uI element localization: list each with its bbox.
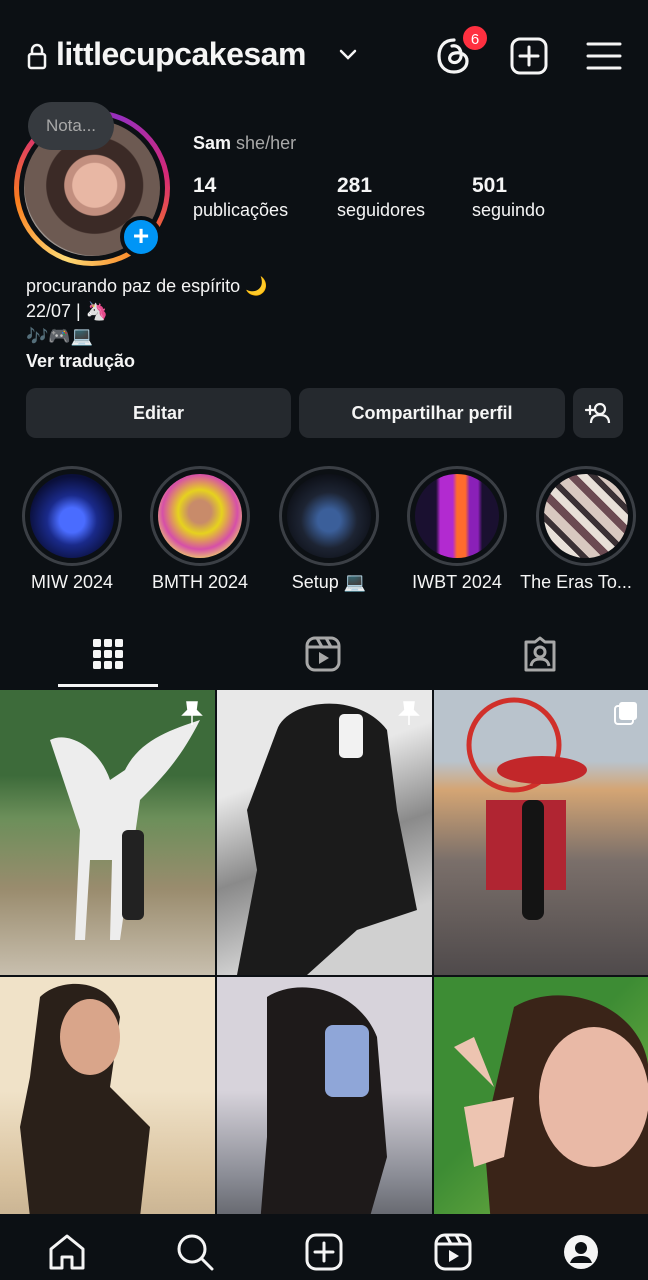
top-header: littlecupcakesam 6	[0, 0, 648, 110]
name-row: Sam she/her	[193, 133, 296, 154]
display-name: Sam	[193, 133, 232, 153]
active-tab-indicator	[58, 684, 158, 687]
post-thumbnail[interactable]	[434, 690, 648, 975]
bottom-navigation	[0, 1214, 648, 1280]
pin-icon	[181, 701, 203, 725]
highlight-cover	[287, 474, 371, 558]
tab-posts-grid[interactable]	[0, 618, 216, 690]
highlight-label: IWBT 2024	[412, 572, 502, 592]
reels-icon	[305, 636, 341, 672]
profile-tabs	[0, 618, 648, 690]
stat-following[interactable]: 501 seguindo	[472, 174, 545, 221]
post-image	[466, 697, 587, 920]
highlight-iwbt[interactable]: IWBT 2024	[407, 466, 507, 592]
reels-icon[interactable]	[433, 1232, 473, 1272]
stat-value: 14	[193, 174, 217, 197]
highlight-bmth[interactable]: BMTH 2024	[150, 466, 250, 592]
highlight-setup[interactable]: Setup 💻	[279, 466, 379, 592]
highlight-eras-tour[interactable]: The Eras To...	[520, 466, 636, 592]
highlight-cover	[158, 474, 242, 558]
chevron-down-icon[interactable]	[338, 44, 358, 64]
post-image	[50, 720, 200, 940]
share-profile-button[interactable]: Compartilhar perfil	[299, 388, 565, 438]
highlight-cover	[544, 474, 628, 558]
profile-icon[interactable]	[561, 1232, 601, 1272]
threads-badge: 6	[461, 24, 489, 52]
tab-tagged[interactable]	[432, 618, 648, 690]
carousel-icon	[614, 702, 637, 725]
add-story-icon[interactable]: +	[120, 216, 162, 258]
highlight-miw[interactable]: MIW 2024	[22, 466, 122, 592]
highlight-label: The Eras To...	[520, 572, 632, 592]
pronouns: she/her	[236, 133, 297, 153]
discover-people-button[interactable]	[573, 388, 623, 438]
post-image	[237, 703, 417, 975]
highlight-cover	[30, 474, 114, 558]
stat-label: seguidores	[337, 200, 426, 220]
stat-value: 501	[472, 174, 508, 197]
post-thumbnail[interactable]	[0, 690, 215, 975]
stat-followers[interactable]: 281 seguidores	[337, 174, 425, 221]
stat-value: 281	[337, 174, 373, 197]
tagged-icon	[524, 636, 556, 672]
see-translation-link[interactable]: Ver tradução	[26, 349, 268, 374]
tab-reels[interactable]	[216, 618, 432, 690]
pin-icon	[398, 701, 420, 725]
home-icon[interactable]	[47, 1232, 87, 1272]
bio-line: procurando paz de espírito 🌙	[26, 276, 268, 296]
stat-posts[interactable]: 14 publicações	[193, 174, 288, 221]
bio: procurando paz de espírito 🌙 22/07 | 🦄 🎶…	[26, 274, 268, 374]
grid-icon	[93, 639, 123, 669]
menu-icon[interactable]	[586, 40, 622, 72]
bio-line: 🎶🎮💻	[26, 326, 94, 346]
lock-icon	[27, 43, 47, 70]
stat-label: publicações	[193, 200, 289, 220]
post-thumbnail[interactable]	[217, 690, 432, 975]
create-icon[interactable]	[304, 1232, 344, 1272]
search-icon[interactable]	[175, 1232, 215, 1272]
stat-label: seguindo	[472, 200, 546, 220]
bio-line: 22/07 | 🦄	[26, 301, 109, 321]
profile-username[interactable]: littlecupcakesam	[56, 36, 306, 73]
note-bubble[interactable]: Nota...	[28, 102, 114, 150]
create-post-icon[interactable]	[510, 37, 548, 75]
edit-profile-button[interactable]: Editar	[26, 388, 291, 438]
highlight-cover	[415, 474, 499, 558]
add-person-icon	[584, 402, 611, 424]
